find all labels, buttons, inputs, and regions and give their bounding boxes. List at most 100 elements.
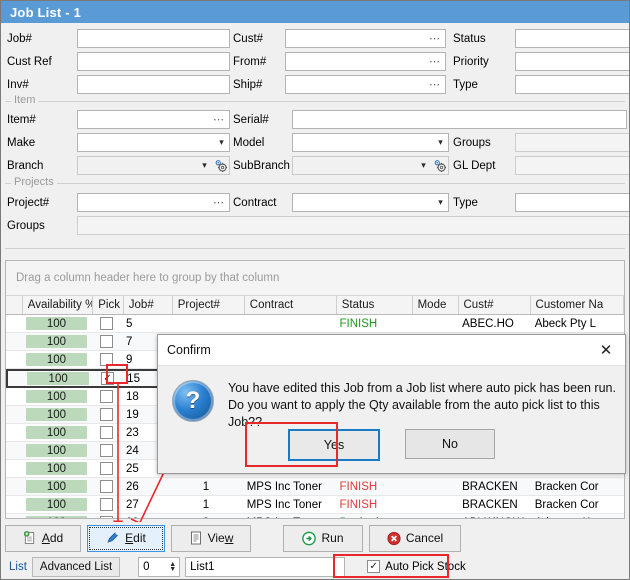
- combo-contract[interactable]: ▾: [292, 193, 449, 212]
- availability-cell: 100: [23, 372, 92, 385]
- combo-subbranch[interactable]: ▾: [292, 156, 449, 175]
- customer-name-cell: Abeck Pty L: [530, 318, 624, 330]
- label-type: Type: [453, 79, 515, 91]
- label-groups-item: Groups: [453, 137, 515, 149]
- grid-column-header[interactable]: [6, 296, 23, 314]
- input-item-number[interactable]: ⋯: [77, 110, 230, 129]
- dialog-titlebar: Confirm ✕: [158, 335, 625, 366]
- cust-number-cell: ABEC.HO: [457, 318, 530, 330]
- stepper-arrows-icon[interactable]: ▲▼: [169, 562, 179, 572]
- list-index-stepper[interactable]: 0 ▲▼: [138, 557, 180, 577]
- availability-value: 100: [26, 426, 88, 439]
- job-number-cell: 27: [121, 499, 170, 511]
- availability-cell: 100: [22, 317, 92, 330]
- chevron-down-icon[interactable]: ▾: [197, 157, 212, 174]
- edit-button-label: Edit: [125, 531, 146, 545]
- combo-model[interactable]: ▾: [292, 133, 449, 152]
- label-project-groups: Groups: [7, 220, 77, 232]
- grid-column-header[interactable]: Status: [337, 296, 413, 314]
- grid-column-header[interactable]: Contract: [245, 296, 337, 314]
- table-row[interactable]: 100282MPS Inc TonerBookedADV.KNOWAdvance…: [6, 514, 624, 519]
- gear-icon[interactable]: [212, 157, 229, 174]
- run-arrow-icon: [302, 531, 316, 545]
- ellipsis-icon[interactable]: ⋯: [213, 199, 225, 207]
- grid-column-header[interactable]: Customer Na: [531, 296, 625, 314]
- label-ship-number: Ship#: [233, 79, 285, 91]
- input-cust-number[interactable]: ⋯: [285, 29, 446, 48]
- grid-column-header[interactable]: Pick: [93, 296, 124, 314]
- pick-checkbox[interactable]: [100, 480, 113, 493]
- chevron-down-icon[interactable]: ▾: [433, 194, 448, 211]
- pick-checkbox[interactable]: [100, 390, 113, 403]
- ellipsis-icon[interactable]: ⋯: [213, 116, 225, 124]
- pick-checkbox[interactable]: [100, 426, 113, 439]
- list-link[interactable]: List: [5, 561, 27, 573]
- input-status[interactable]: [515, 29, 630, 48]
- advanced-list-button[interactable]: Advanced List: [32, 557, 120, 577]
- input-type[interactable]: [515, 75, 630, 94]
- pick-cell: [91, 462, 121, 475]
- pick-checkbox[interactable]: [100, 335, 113, 348]
- pick-checkbox[interactable]: [100, 444, 113, 457]
- cancel-button[interactable]: Cancel: [369, 525, 461, 552]
- group-by-dropzone[interactable]: Drag a column header here to group by th…: [6, 261, 624, 296]
- input-project-type[interactable]: [515, 193, 630, 212]
- label-make: Make: [7, 137, 77, 149]
- availability-cell: 100: [22, 353, 92, 366]
- input-priority[interactable]: [515, 52, 630, 71]
- grid-column-header[interactable]: Job#: [124, 296, 173, 314]
- table-row[interactable]: 100271MPS Inc TonerFINISHBRACKENBracken …: [6, 496, 624, 514]
- availability-value: 100: [26, 498, 88, 511]
- run-button-label: Run: [321, 531, 343, 545]
- input-serial-number[interactable]: [292, 110, 627, 129]
- input-ship-number[interactable]: ⋯: [285, 75, 446, 94]
- annotation-box-auto-pick-stock: [333, 554, 449, 578]
- input-project-number[interactable]: ⋯: [77, 193, 230, 212]
- job-number-cell: 5: [121, 318, 170, 330]
- ellipsis-icon[interactable]: ⋯: [429, 81, 441, 89]
- grid-column-header[interactable]: Cust#: [459, 296, 531, 314]
- pick-cell: [91, 317, 121, 330]
- add-button[interactable]: Add: [5, 525, 81, 552]
- input-job-number[interactable]: [77, 29, 230, 48]
- combo-branch[interactable]: ▾: [77, 156, 230, 175]
- view-button[interactable]: View: [171, 525, 251, 552]
- availability-value: 100: [26, 317, 88, 330]
- pick-checkbox[interactable]: [100, 516, 113, 519]
- pick-checkbox[interactable]: [100, 408, 113, 421]
- chevron-down-icon[interactable]: ▾: [433, 134, 448, 151]
- grid-column-header[interactable]: Project#: [173, 296, 245, 314]
- pick-checkbox[interactable]: [100, 498, 113, 511]
- label-item-number: Item#: [7, 114, 77, 126]
- table-row[interactable]: 100261MPS Inc TonerFINISHBRACKENBracken …: [6, 478, 624, 496]
- pick-checkbox[interactable]: [100, 317, 113, 330]
- pick-checkbox[interactable]: [100, 462, 113, 475]
- group-item: Item: [5, 101, 625, 102]
- grid-column-header[interactable]: Availability %: [23, 296, 93, 314]
- chevron-down-icon[interactable]: ▾: [214, 134, 229, 151]
- chevron-down-icon[interactable]: ▾: [416, 157, 431, 174]
- project-number-cell: 2: [170, 517, 241, 520]
- ellipsis-icon[interactable]: ⋯: [429, 58, 441, 66]
- input-from-number[interactable]: ⋯: [285, 52, 446, 71]
- action-toolbar: Add Edit View: [5, 522, 625, 554]
- table-row[interactable]: 1005FINISHABEC.HOAbeck Pty L: [6, 315, 624, 333]
- gear-icon[interactable]: [431, 157, 448, 174]
- close-icon[interactable]: ✕: [593, 339, 619, 361]
- input-inv-number[interactable]: [77, 75, 230, 94]
- pick-cell: [91, 516, 121, 519]
- ellipsis-icon[interactable]: ⋯: [429, 35, 441, 43]
- grid-column-header[interactable]: Mode: [413, 296, 459, 314]
- add-document-icon: [23, 531, 37, 545]
- group-projects: Projects: [5, 183, 625, 184]
- input-cust-ref[interactable]: [77, 52, 230, 71]
- run-button[interactable]: Run: [283, 525, 363, 552]
- group-item-caption: Item: [11, 94, 38, 106]
- edit-button[interactable]: Edit: [87, 525, 165, 552]
- availability-cell: 100: [22, 516, 92, 519]
- combo-make[interactable]: ▾: [77, 133, 230, 152]
- no-button[interactable]: No: [405, 429, 495, 459]
- window-titlebar: Job List - 1: [1, 1, 629, 23]
- annotation-box-yes-button: [245, 422, 338, 467]
- list-name-input[interactable]: List1: [185, 557, 345, 577]
